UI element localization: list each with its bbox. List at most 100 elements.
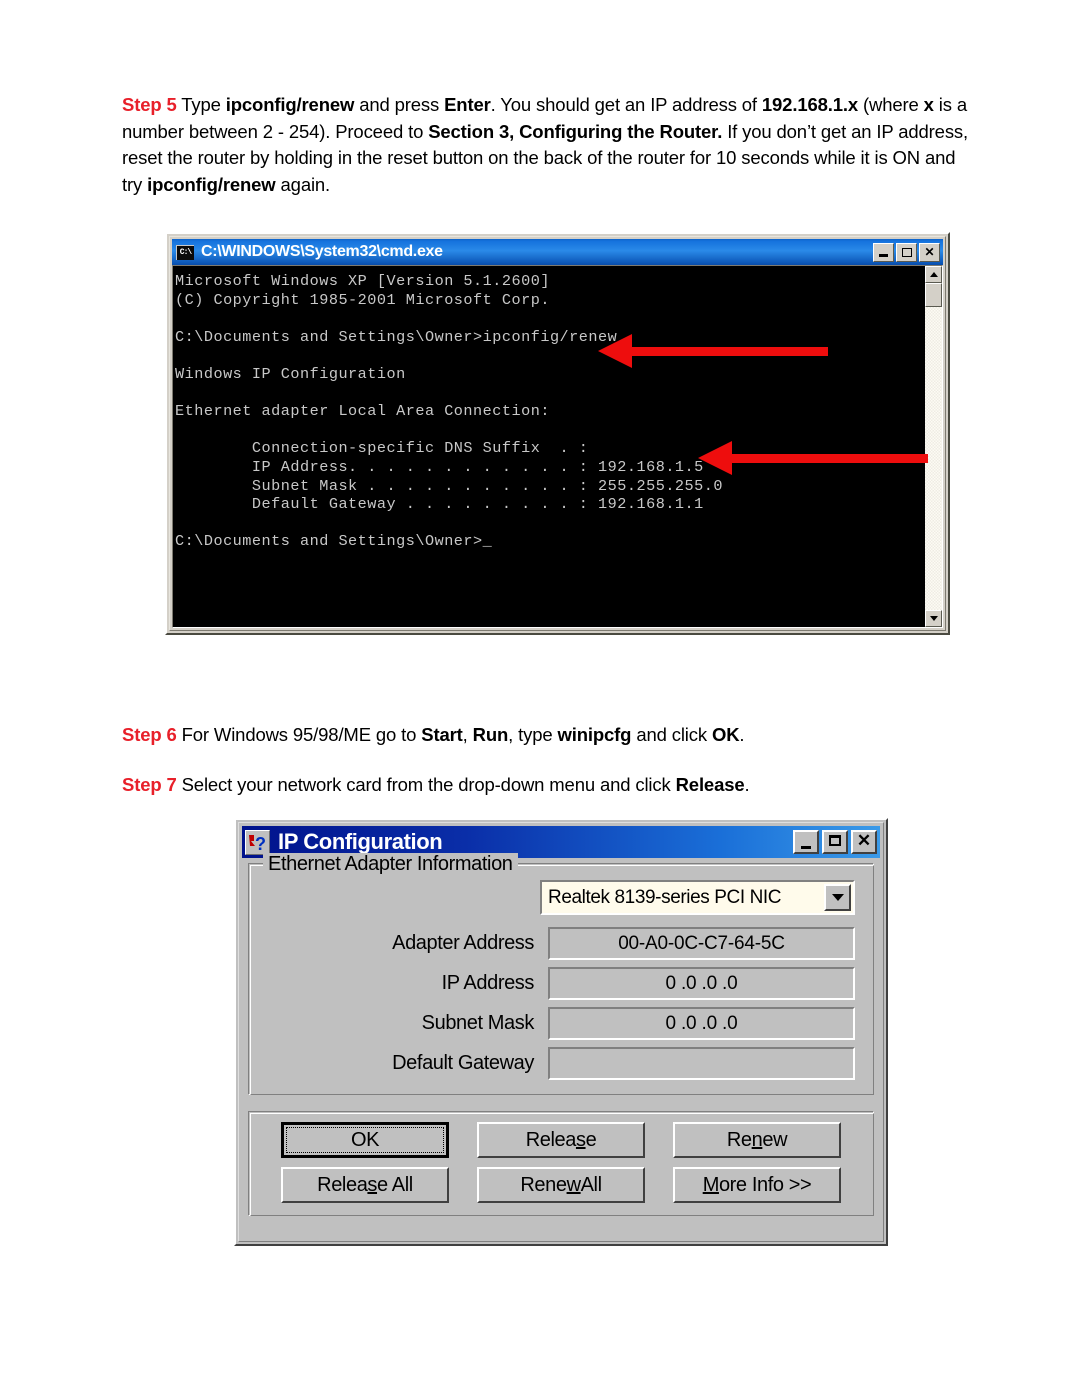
minimize-button[interactable] [793, 830, 819, 854]
ip-configuration-window-controls: ✕ [793, 830, 877, 854]
step-6-text-a: For Windows 95/98/ME go to [176, 724, 422, 745]
field-row-ip-address: IP Address 0 .0 .0 .0 [263, 967, 859, 1000]
step-5-text-c: . You should get an IP address of [490, 94, 762, 115]
default-gateway-value [548, 1047, 855, 1080]
step-7-text-b: . [744, 774, 750, 795]
step-6-text-d: and click [631, 724, 712, 745]
release-all-button-label-post: e All [377, 1173, 413, 1196]
step-6-text-e: . [739, 724, 745, 745]
scroll-down-button[interactable] [925, 610, 942, 627]
step-5-text-g: again. [275, 173, 331, 195]
step-6-text-b: , [462, 724, 473, 745]
minimize-icon [879, 254, 888, 257]
more-info-button[interactable]: More Info >> [673, 1167, 841, 1203]
subnet-mask-label: Subnet Mask [421, 1012, 535, 1034]
close-button[interactable]: ✕ [851, 830, 877, 854]
ip-address-value: 0 .0 .0 .0 [548, 967, 855, 1000]
question-mark-icon: ? [245, 829, 270, 855]
step-6-ok: OK [711, 724, 740, 745]
action-buttons-row-1: OK Relea s e Re n ew [263, 1122, 859, 1158]
ok-button[interactable]: OK [281, 1122, 449, 1158]
command-prompt-body: Microsoft Windows XP [Version 5.1.2600] … [172, 265, 943, 628]
renew-button-label-post: ew [762, 1128, 788, 1151]
renew-button[interactable]: Re n ew [673, 1122, 841, 1158]
focus-indicator [286, 1127, 444, 1153]
release-all-button-label-pre: Relea [317, 1173, 368, 1196]
step-7-instruction: Step 7 Select your network card from the… [122, 772, 972, 799]
adapter-dropdown-arrow-button[interactable] [824, 884, 851, 911]
action-buttons-row-2: Relea s e All Rene w All More Info >> [263, 1167, 859, 1203]
chevron-up-icon [929, 272, 938, 277]
cmd-console-icon: C:\ [176, 244, 194, 260]
svg-text:?: ? [255, 834, 266, 854]
renew-button-label-pre: Re [726, 1128, 752, 1151]
console-output[interactable]: Microsoft Windows XP [Version 5.1.2600] … [173, 266, 925, 627]
renew-button-accelerator: n [751, 1128, 763, 1151]
adapter-select-row: Realtek 8139-series PCI NIC [263, 880, 859, 915]
step-7-label: Step 7 [122, 774, 177, 795]
step-6-run: Run [472, 724, 509, 745]
command-prompt-frame: C:\ C:\WINDOWS\System32\cmd.exe ✕ Micros… [169, 236, 946, 631]
adapter-address-value: 00-A0-0C-C7-64-5C [548, 927, 855, 960]
more-info-button-label-post: ore Info >> [718, 1173, 812, 1196]
release-all-button[interactable]: Relea s e All [281, 1167, 449, 1203]
console-vertical-scrollbar[interactable] [925, 266, 942, 627]
release-button-accelerator: s [575, 1128, 586, 1151]
maximize-icon [829, 835, 841, 846]
adapter-dropdown[interactable]: Realtek 8139-series PCI NIC [540, 880, 855, 915]
step-5-text-b: and press [354, 94, 445, 115]
action-buttons-panel: OK Relea s e Re n ew Relea s e All Rene w All M… [248, 1111, 874, 1216]
step-7-release: Release [675, 774, 745, 795]
maximize-button[interactable] [896, 242, 917, 262]
step-6-start: Start [421, 724, 463, 745]
command-prompt-window[interactable]: C:\ C:\WINDOWS\System32\cmd.exe ✕ Micros… [165, 232, 950, 635]
step-5-ip-range: 192.168.1.x [761, 94, 858, 115]
more-info-button-accelerator: M [702, 1173, 720, 1196]
question-mark-icon-glyph: ? [249, 834, 266, 854]
command-prompt-title: C:\WINDOWS\System32\cmd.exe [201, 243, 443, 260]
step-6-instruction: Step 6 For Windows 95/98/ME go to Start,… [122, 722, 972, 749]
step-6-text-c: , type [508, 724, 558, 745]
ip-configuration-content: Ethernet Adapter Information Realtek 813… [242, 853, 880, 1238]
renew-all-button-label-pre: Rene [520, 1173, 567, 1196]
release-button-label-pre: Relea [525, 1128, 577, 1151]
chevron-down-icon [929, 616, 938, 621]
field-row-default-gateway: Default Gateway [263, 1047, 859, 1080]
step-5-label: Step 5 [122, 94, 177, 115]
chevron-down-icon [831, 894, 844, 901]
maximize-button[interactable] [822, 830, 848, 854]
release-button-label-post: e [585, 1128, 597, 1151]
maximize-icon [901, 247, 912, 257]
renew-all-button-label-post: All [580, 1173, 602, 1196]
step-5-key-enter: Enter [444, 94, 491, 115]
step-5-section-ref: Section 3, Configuring the Router. [428, 120, 723, 142]
scrollbar-thumb[interactable] [925, 283, 942, 307]
release-all-button-accelerator: s [367, 1173, 378, 1196]
step-5-instruction: Step 5 Type ipconfig/renew and press Ent… [122, 92, 972, 198]
default-gateway-label: Default Gateway [392, 1052, 534, 1074]
minimize-icon [801, 846, 811, 849]
ip-configuration-title: IP Configuration [278, 829, 443, 854]
field-row-subnet-mask: Subnet Mask 0 .0 .0 .0 [263, 1007, 859, 1040]
release-button[interactable]: Relea s e [477, 1122, 645, 1158]
step-5-cmd-1: ipconfig/renew [225, 94, 355, 115]
ip-configuration-dialog[interactable]: ? IP Configuration ✕ Ethernet Adapter In… [234, 818, 888, 1246]
step-7-text-a: Select your network card from the drop-d… [176, 774, 676, 795]
minimize-button[interactable] [873, 242, 894, 262]
subnet-mask-value: 0 .0 .0 .0 [548, 1007, 855, 1040]
field-row-adapter-address: Adapter Address 00-A0-0C-C7-64-5C [263, 927, 859, 960]
scroll-up-button[interactable] [925, 266, 942, 283]
step-5-text-a: Type [176, 94, 226, 115]
step-5-text-d: (where [858, 94, 924, 115]
command-prompt-titlebar[interactable]: C:\ C:\WINDOWS\System32\cmd.exe ✕ [172, 239, 943, 265]
adapter-dropdown-value: Realtek 8139-series PCI NIC [548, 886, 782, 908]
adapter-address-label: Adapter Address [392, 932, 534, 954]
ip-address-label: IP Address [441, 972, 535, 994]
renew-all-button-accelerator: w [566, 1173, 581, 1196]
close-icon: ✕ [856, 831, 872, 850]
ip-configuration-frame: ? IP Configuration ✕ Ethernet Adapter In… [238, 822, 884, 1242]
close-button[interactable]: ✕ [919, 242, 940, 262]
renew-all-button[interactable]: Rene w All [477, 1167, 645, 1203]
scrollbar-track[interactable] [925, 307, 942, 610]
group-label: Ethernet Adapter Information [263, 853, 518, 876]
